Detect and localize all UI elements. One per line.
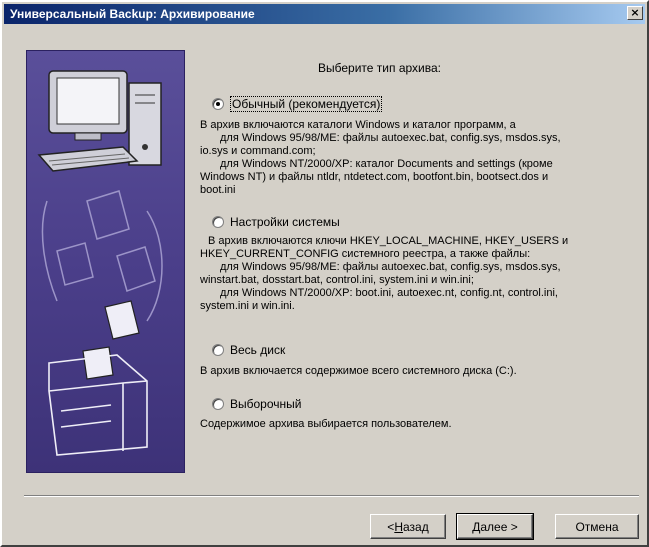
option-selective-desc: Содержимое архива выбирается пользовател… bbox=[200, 418, 452, 431]
option-selective[interactable]: Выборочный bbox=[212, 397, 301, 411]
window-title: Универсальный Backup: Архивирование bbox=[10, 7, 255, 21]
desc-line: В архив включается содержимое всего сист… bbox=[200, 365, 517, 377]
radio-selective[interactable] bbox=[212, 398, 224, 410]
desc-line: Windows NT) и файлы ntldr, ntdetect.com,… bbox=[200, 171, 549, 183]
desc-line: В архив включаются каталоги Windows и ка… bbox=[200, 119, 516, 131]
desc-line: system.ini и win.ini. bbox=[200, 300, 295, 312]
option-selective-label: Выборочный bbox=[230, 397, 302, 411]
wizard-illustration bbox=[26, 50, 185, 473]
option-normal[interactable]: Обычный (рекомендуется) bbox=[212, 96, 383, 112]
option-system-settings-label: Настройки системы bbox=[230, 215, 340, 229]
back-button[interactable]: < Назад bbox=[370, 514, 446, 539]
title-bar: Универсальный Backup: Архивирование × bbox=[4, 4, 645, 24]
page-heading: Выберите тип архива: bbox=[318, 61, 441, 75]
next-button[interactable]: Далее > bbox=[456, 513, 534, 540]
wizard-window: Универсальный Backup: Архивирование × Вы… bbox=[0, 0, 649, 547]
radio-normal[interactable] bbox=[212, 98, 224, 110]
option-system-settings-desc: В архив включаются ключи HKEY_LOCAL_MACH… bbox=[200, 235, 568, 313]
desc-line: boot.ini bbox=[200, 184, 236, 196]
computer-illustration-icon bbox=[37, 70, 163, 456]
option-system-settings[interactable]: Настройки системы bbox=[212, 215, 340, 229]
radio-whole-disk[interactable] bbox=[212, 344, 224, 356]
desc-line: для Windows 95/98/ME: файлы autoexec.bat… bbox=[220, 261, 561, 273]
option-normal-desc: В архив включаются каталоги Windows и ка… bbox=[200, 119, 561, 197]
desc-line: В архив включаются ключи HKEY_LOCAL_MACH… bbox=[208, 235, 569, 247]
desc-line: для Windows NT/2000/XP: boot.ini, autoex… bbox=[220, 287, 558, 299]
option-normal-label: Обычный (рекомендуется) bbox=[230, 96, 383, 112]
option-whole-disk-label: Весь диск bbox=[230, 343, 286, 357]
cancel-button[interactable]: Отмена bbox=[555, 514, 639, 539]
close-icon[interactable]: × bbox=[627, 6, 643, 20]
desc-line: Содержимое архива выбирается пользовател… bbox=[200, 418, 452, 430]
desc-line: winstart.bat, dosstart.bat, control.ini,… bbox=[200, 274, 474, 286]
desc-line: для Windows 95/98/ME: файлы autoexec.bat… bbox=[220, 132, 561, 144]
footer-separator bbox=[24, 495, 639, 497]
radio-system-settings[interactable] bbox=[212, 216, 224, 228]
desc-line: HKEY_CURRENT_CONFIG системного реестра, … bbox=[200, 248, 531, 260]
desc-line: io.sys и command.com; bbox=[200, 145, 316, 157]
desc-line: для Windows NT/2000/XP: каталог Document… bbox=[220, 158, 553, 170]
option-whole-disk[interactable]: Весь диск bbox=[212, 343, 285, 357]
option-whole-disk-desc: В архив включается содержимое всего сист… bbox=[200, 365, 517, 378]
